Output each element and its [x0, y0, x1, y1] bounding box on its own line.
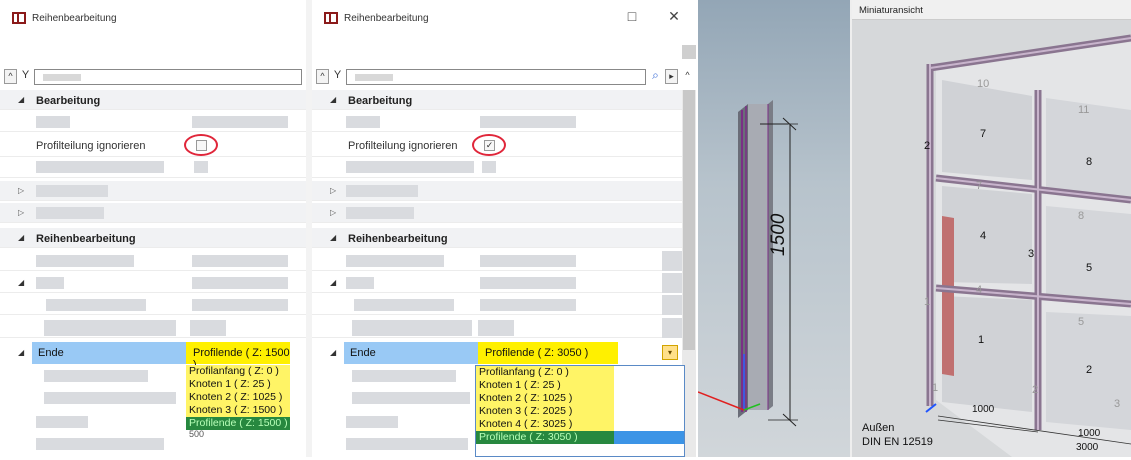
restore-icon[interactable]: □ [622, 8, 642, 24]
toolbar-button[interactable] [682, 45, 696, 59]
node-label: 5 [1086, 262, 1093, 274]
dropdown-option[interactable]: Knoten 3 ( Z: 2025 ) [476, 405, 614, 418]
expand-icon[interactable]: ◢ [18, 95, 24, 104]
section-row[interactable]: ◢ Bearbeitung [0, 90, 306, 110]
title-bar: Reihenbearbeitung □ ✕ [312, 0, 698, 40]
node-label: 1 [978, 334, 985, 346]
end-row-label[interactable]: Ende [344, 342, 478, 364]
property-label: Profilteilung ignorieren [36, 140, 146, 152]
end-label: Ende [350, 347, 376, 359]
end-row-label[interactable]: Ende [32, 342, 186, 364]
dropdown-arrow-icon[interactable]: ▾ [662, 345, 678, 360]
node-label: 1 [924, 296, 931, 308]
section-title: Bearbeitung [348, 95, 413, 107]
node-label: 7 [976, 180, 983, 192]
dropdown-option[interactable]: Knoten 3 ( Z: 1500 ) [186, 404, 290, 417]
node-label: 2 [1032, 384, 1039, 396]
miniature-title-bar: Miniaturansicht [852, 0, 1131, 20]
scrollbar-thumb[interactable] [683, 90, 695, 350]
filter-icon[interactable]: Y [331, 69, 344, 84]
node-label: 4 [980, 230, 987, 242]
profile-viewport[interactable]: 1500 [697, 0, 850, 457]
expand-icon[interactable]: ◢ [18, 278, 24, 287]
dimension-label: 1500 [768, 213, 789, 256]
node-label: 4 [976, 284, 983, 296]
dropdown-option[interactable]: Knoten 2 ( Z: 1025 ) [476, 392, 614, 405]
expand-icon[interactable]: ▷ [18, 186, 24, 195]
expand-icon[interactable]: ▷ [18, 208, 24, 217]
dimension-label: 1000 [972, 404, 995, 415]
panel-right: Reihenbearbeitung □ ✕ ^ Y ⌕ ▸ ^ ◢ Bearbe… [312, 0, 698, 457]
search-input[interactable] [34, 69, 302, 85]
miniature-view[interactable]: Miniaturansicht 10 11 7 8 7 8 4 5 4 5 3 … [850, 0, 1131, 457]
close-icon[interactable]: ✕ [664, 8, 684, 25]
dropdown-option-selected[interactable]: Profilende ( Z: 3050 ) [476, 431, 614, 444]
expand-icon[interactable]: ◢ [330, 233, 336, 242]
expand-icon[interactable]: ▷ [330, 208, 336, 217]
app-icon [12, 12, 26, 24]
dropdown-option[interactable]: Knoten 1 ( Z: 25 ) [186, 378, 290, 391]
view-caption-standard: DIN EN 12519 [862, 436, 933, 448]
annotation-ring [472, 134, 506, 156]
end-label: Ende [38, 347, 64, 359]
view-caption-side: Außen [862, 422, 895, 434]
dropdown-option[interactable]: Profilanfang ( Z: 0 ) [476, 366, 614, 379]
dimension-label: 3000 [1076, 442, 1099, 453]
end-dropdown[interactable]: Profilende ( Z: 3050 ) [478, 342, 618, 364]
dropdown-option[interactable]: Knoten 4 ( Z: 3025 ) [476, 418, 614, 431]
node-label: 2 [1086, 364, 1093, 376]
search-icon[interactable]: ⌕ [649, 69, 662, 84]
dropdown-option-selected-row[interactable]: Profilende ( Z: 3050 ) [476, 431, 684, 444]
filter-icon[interactable]: Y [19, 69, 32, 84]
collapse-icon[interactable]: ^ [4, 69, 17, 84]
node-label: 7 [980, 128, 987, 140]
node-label: 8 [1078, 210, 1085, 222]
expand-icon[interactable]: ◢ [330, 95, 336, 104]
expand-icon[interactable]: ◢ [18, 233, 24, 242]
expand-icon[interactable]: ▷ [330, 186, 336, 195]
dropdown-option[interactable]: Profilanfang ( Z: 0 ) [186, 365, 290, 378]
search-input[interactable] [346, 69, 646, 85]
window-title: Reihenbearbeitung [344, 13, 429, 24]
end-dropdown-list: Profilanfang ( Z: 0 ) Knoten 1 ( Z: 25 )… [186, 365, 290, 443]
title-bar: Reihenbearbeitung [0, 0, 306, 40]
expand-icon[interactable]: ◢ [330, 348, 336, 357]
node-label: 2 [924, 140, 931, 152]
node-label: 10 [977, 78, 990, 90]
window-title: Reihenbearbeitung [32, 13, 117, 24]
annotation-ring [184, 134, 218, 156]
expand-icon[interactable]: ◢ [18, 348, 24, 357]
section-title: Reihenbearbeitung [36, 233, 136, 245]
filter-bar: ^ Y [4, 69, 302, 85]
node-label: 1 [932, 382, 939, 394]
property-row: Profilteilung ignorieren [0, 133, 306, 157]
filter-bar: ^ Y ⌕ ▸ ^ [316, 69, 696, 85]
section-title: Reihenbearbeitung [348, 233, 448, 245]
expand-icon[interactable]: ◢ [330, 278, 336, 287]
scroll-right-icon[interactable]: ▸ [665, 69, 678, 84]
dimension-label: 1000 [1078, 428, 1101, 439]
selection-highlight [614, 431, 684, 444]
panel-left: Reihenbearbeitung ^ Y ◢ Bearbeitung Prof… [0, 0, 306, 457]
end-dropdown-list: Profilanfang ( Z: 0 ) Knoten 1 ( Z: 25 )… [475, 365, 685, 457]
node-label: 3 [1028, 248, 1035, 260]
hidden-value: 500 [189, 429, 205, 439]
property-row: Profilteilung ignorieren ✓ [312, 133, 682, 157]
section-title: Bearbeitung [36, 95, 101, 107]
miniature-title: Miniaturansicht [859, 5, 923, 16]
node-label: 11 [1078, 104, 1090, 116]
frame-drawing [925, 34, 1131, 457]
node-label: 5 [1078, 316, 1085, 328]
end-dropdown[interactable]: Profilende ( Z: 1500 ) [186, 342, 290, 371]
scroll-up-icon[interactable]: ^ [681, 69, 694, 84]
dropdown-option[interactable]: Knoten 2 ( Z: 1025 ) [186, 391, 290, 404]
node-label: 3 [1114, 398, 1121, 410]
app-icon [324, 12, 338, 24]
node-label: 8 [1086, 156, 1093, 168]
property-label: Profilteilung ignorieren [348, 140, 458, 152]
collapse-icon[interactable]: ^ [316, 69, 329, 84]
dropdown-option[interactable]: Knoten 1 ( Z: 25 ) [476, 379, 614, 392]
